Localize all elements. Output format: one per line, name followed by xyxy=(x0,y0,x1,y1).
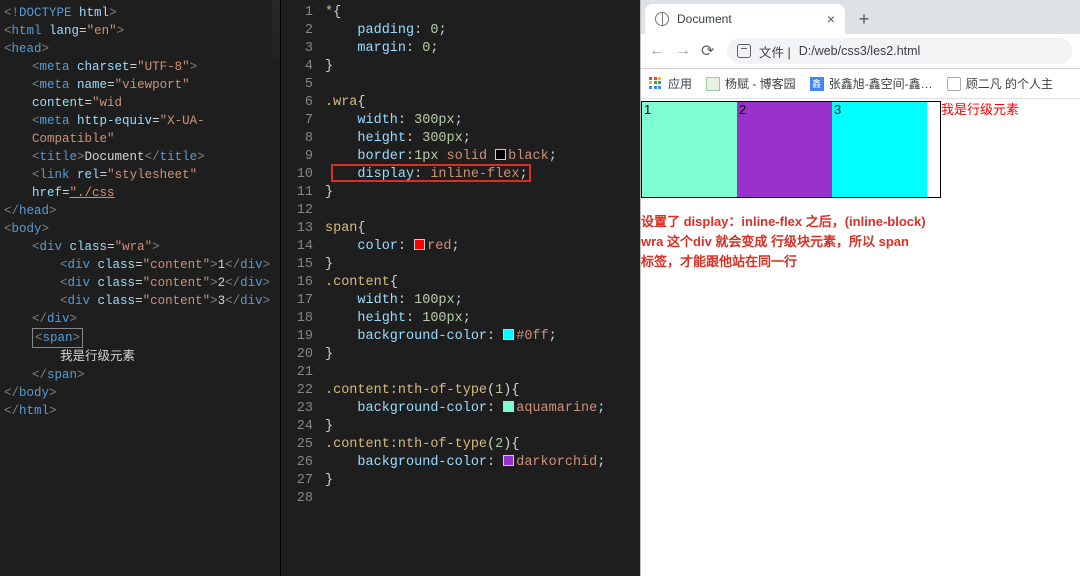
source-line[interactable]: <div class="content">1</div> xyxy=(4,256,276,274)
content-box-2: 2 xyxy=(737,102,832,197)
source-line[interactable]: </head> xyxy=(4,202,276,220)
source-line[interactable]: </div> xyxy=(4,310,276,328)
page-viewport: 1 2 3 我是行级元素 设置了 display：inline-flex 之后，… xyxy=(641,99,1080,576)
bookmark-item[interactable]: 顾二凡 的个人主 xyxy=(947,75,1053,92)
source-line[interactable]: <div class="content">2</div> xyxy=(4,274,276,292)
reload-button[interactable]: ⟳ xyxy=(701,41,717,61)
source-line[interactable]: <link rel="stylesheet" href="./css xyxy=(4,166,276,202)
source-line[interactable]: <span> xyxy=(4,328,276,348)
address-bar[interactable]: 文件 | D:/web/css3/les2.html xyxy=(727,38,1072,64)
source-line[interactable]: span{ xyxy=(325,220,640,238)
source-line[interactable]: </html> xyxy=(4,402,276,420)
bookmarks-bar: 应用 杨赋 - 博客园 鑫 张鑫旭-鑫空间-鑫… 顾二凡 的个人主 xyxy=(641,69,1080,99)
line-number-gutter: 1234567891011121314151617181920212223242… xyxy=(281,0,325,576)
source-line[interactable] xyxy=(325,490,640,508)
site-info-icon[interactable] xyxy=(737,44,751,58)
url-prefix: 文件 | xyxy=(759,42,791,61)
source-line[interactable]: padding: 0; xyxy=(325,22,640,40)
source-line[interactable] xyxy=(325,364,640,382)
source-line[interactable]: .content:nth-of-type(1){ xyxy=(325,382,640,400)
url-text: D:/web/css3/les2.html xyxy=(799,44,921,58)
source-line[interactable]: .wra{ xyxy=(325,94,640,112)
forward-button[interactable]: → xyxy=(675,42,691,60)
browser-tab[interactable]: Document × xyxy=(645,4,845,34)
source-line[interactable]: 我是行级元素 xyxy=(4,348,276,366)
source-line[interactable] xyxy=(325,202,640,220)
bookmark-item[interactable]: 杨赋 - 博客园 xyxy=(706,75,796,92)
back-button[interactable]: ← xyxy=(649,42,665,60)
source-line[interactable]: margin: 0; xyxy=(325,40,640,58)
css-code-area[interactable]: *{ padding: 0; margin: 0;} .wra{ width: 3… xyxy=(325,0,640,576)
source-line[interactable]: <div class="content">3</div> xyxy=(4,292,276,310)
source-line[interactable]: } xyxy=(325,256,640,274)
source-line[interactable]: } xyxy=(325,58,640,76)
source-line[interactable]: .content:nth-of-type(2){ xyxy=(325,436,640,454)
source-line[interactable]: width: 100px; xyxy=(325,292,640,310)
source-line[interactable]: background-color: #0ff; xyxy=(325,328,640,346)
source-line[interactable]: *{ xyxy=(325,4,640,22)
source-line[interactable]: <html lang="en"> xyxy=(4,22,276,40)
content-box-3: 3 xyxy=(832,102,927,197)
favicon-icon: 鑫 xyxy=(810,77,824,91)
source-line[interactable]: </span> xyxy=(4,366,276,384)
source-line[interactable]: <meta name="viewport" content="wid xyxy=(4,76,276,112)
close-icon[interactable]: × xyxy=(827,11,835,27)
source-line[interactable]: <title>Document</title> xyxy=(4,148,276,166)
source-line[interactable]: <body> xyxy=(4,220,276,238)
css-source-editor[interactable]: 1234567891011121314151617181920212223242… xyxy=(280,0,640,576)
source-line[interactable]: <div class="wra"> xyxy=(4,238,276,256)
inline-span: 我是行级元素 xyxy=(941,102,1019,117)
source-line[interactable]: height: 300px; xyxy=(325,130,640,148)
wra-container: 1 2 3 xyxy=(641,101,941,198)
source-line[interactable]: } xyxy=(325,184,640,202)
source-line[interactable]: <meta charset="UTF-8"> xyxy=(4,58,276,76)
source-line[interactable] xyxy=(325,76,640,94)
source-line[interactable]: width: 300px; xyxy=(325,112,640,130)
source-line[interactable]: } xyxy=(325,472,640,490)
favicon-icon xyxy=(706,77,720,91)
source-line[interactable]: color: red; xyxy=(325,238,640,256)
html-source-editor[interactable]: <!DOCTYPE html><html lang="en"><head><me… xyxy=(0,0,280,576)
bookmark-apps[interactable]: 应用 xyxy=(649,75,692,92)
source-line[interactable]: display: inline-flex; xyxy=(325,166,640,184)
source-line[interactable]: } xyxy=(325,418,640,436)
toolbar: ← → ⟳ 文件 | D:/web/css3/les2.html xyxy=(641,34,1080,69)
new-tab-button[interactable]: + xyxy=(851,6,877,32)
minimap xyxy=(272,0,280,60)
content-box-1: 1 xyxy=(642,102,737,197)
source-line[interactable]: height: 100px; xyxy=(325,310,640,328)
favicon-icon xyxy=(947,77,961,91)
globe-icon xyxy=(655,12,669,26)
source-line[interactable]: <meta http-equiv="X-UA-Compatible" xyxy=(4,112,276,148)
tab-strip: Document × + xyxy=(641,0,1080,34)
apps-icon xyxy=(649,77,663,91)
annotation-note: 设置了 display：inline-flex 之后，(inline-block… xyxy=(641,212,1051,272)
source-line[interactable]: background-color: aquamarine; xyxy=(325,400,640,418)
browser-window: Document × + ← → ⟳ 文件 | D:/web/css3/les2… xyxy=(640,0,1080,576)
source-line[interactable]: </body> xyxy=(4,384,276,402)
bookmark-item[interactable]: 鑫 张鑫旭-鑫空间-鑫… xyxy=(810,75,933,92)
source-line[interactable]: background-color: darkorchid; xyxy=(325,454,640,472)
source-line[interactable]: <!DOCTYPE html> xyxy=(4,4,276,22)
source-line[interactable]: border:1px solid black; xyxy=(325,148,640,166)
source-line[interactable]: } xyxy=(325,346,640,364)
source-line[interactable]: <head> xyxy=(4,40,276,58)
tab-title: Document xyxy=(677,12,732,26)
source-line[interactable]: .content{ xyxy=(325,274,640,292)
